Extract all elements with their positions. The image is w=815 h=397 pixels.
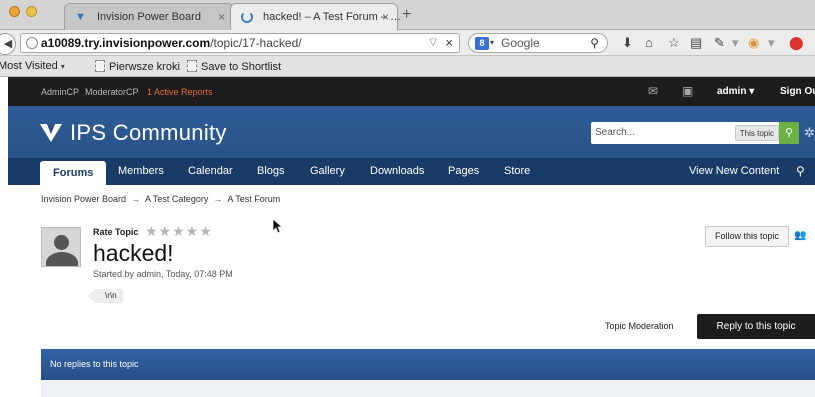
home-icon[interactable]: ⌂	[645, 36, 653, 50]
active-reports-link[interactable]: 1 Active Reports	[147, 87, 213, 97]
loading-spinner-icon	[241, 11, 253, 23]
moderatorcp-link[interactable]: ModeratorCP	[85, 87, 139, 97]
ips-logo-icon[interactable]	[40, 122, 62, 142]
separator-icon: ▾	[732, 35, 739, 50]
breadcrumb-arrow: →	[131, 194, 141, 204]
avatar[interactable]	[41, 227, 81, 267]
site-name[interactable]: IPS Community	[70, 120, 227, 146]
search-icon[interactable]: ⚲	[590, 34, 599, 52]
followers-icon[interactable]: 👥	[794, 230, 806, 241]
tab-close-icon[interactable]: ×	[382, 10, 389, 24]
dropdown-triangle-icon[interactable]: ▽	[429, 34, 437, 52]
browser-search-input[interactable]: 8 ▾ Google ⚲	[468, 33, 608, 53]
search-submit-button[interactable]: ⚲	[779, 122, 799, 144]
mouse-cursor-icon	[273, 219, 283, 233]
stop-loading-button[interactable]: ×	[445, 34, 453, 52]
search-scope-toggle[interactable]: This topic	[734, 125, 779, 141]
tab-close-icon[interactable]: ×	[218, 10, 225, 24]
breadcrumb: Invision Power Board → A Test Category → A T…	[41, 194, 280, 204]
breadcrumb-link[interactable]: Invision Power Board	[41, 194, 126, 204]
google-icon: 8	[475, 37, 489, 50]
bookmarks-list-icon[interactable]: ▤	[690, 36, 702, 50]
bookmark-pierwsze-kroki[interactable]: Pierwsze kroki	[95, 60, 180, 73]
close-window-button[interactable]	[9, 6, 20, 17]
inbox-icon[interactable]: ✉	[648, 84, 658, 98]
tab-store[interactable]: Store	[504, 158, 530, 185]
topic-meta: Started by admin, Today, 07:48 PM	[93, 269, 233, 279]
tab-members[interactable]: Members	[118, 158, 164, 185]
adblock-icon[interactable]: ⬤	[789, 36, 804, 50]
minimize-window-button[interactable]	[26, 6, 37, 17]
main-navigation: Forums Members Calendar Blogs Gallery Do…	[8, 158, 815, 185]
extension-icon[interactable]: ◉	[748, 36, 759, 50]
site-header: IPS Community Search... This topic ⚲ ✲	[8, 106, 815, 158]
tab-pages[interactable]: Pages	[448, 158, 479, 185]
tab-forums[interactable]: Forums	[40, 161, 107, 185]
follow-topic-button[interactable]: Follow this topic	[705, 226, 789, 247]
tab-hacked-topic[interactable]: hacked! – A Test Forum – … ×	[230, 3, 401, 30]
bookmark-label: Save to Shortlist	[201, 61, 282, 73]
tab-blogs[interactable]: Blogs	[257, 158, 285, 185]
addon-icon[interactable]: ✎	[714, 36, 725, 50]
browser-navigation-bar: ◀ a10089.try.invisionpower.com/topic/17-…	[0, 30, 815, 56]
url-host: a10089.try.invisionpower.com	[41, 36, 211, 50]
bookmark-star-icon[interactable]: ☆	[668, 36, 680, 50]
reply-button[interactable]: Reply to this topic	[697, 314, 815, 339]
search-engine-label: Google	[501, 36, 540, 50]
location-pin-icon[interactable]: ⚲	[796, 164, 805, 178]
bookmark-label: Most Visited	[0, 60, 58, 72]
tab-gallery[interactable]: Gallery	[310, 158, 345, 185]
tab-title: hacked! – A Test Forum – …	[263, 11, 401, 23]
breadcrumb-link[interactable]: A Test Forum	[227, 194, 280, 204]
browser-tab-bar: ▼ Invision Power Board × hacked! – A Tes…	[0, 0, 815, 30]
search-placeholder: Search...	[595, 127, 636, 138]
bookmark-most-visited[interactable]: Most Visited ▾	[0, 60, 65, 72]
back-button[interactable]: ◀	[0, 33, 16, 55]
notifications-icon[interactable]: ▣	[682, 84, 693, 98]
page-icon	[187, 60, 197, 72]
bookmarks-toolbar: Most Visited ▾ Pierwsze kroki Save to Sho…	[0, 56, 815, 77]
ips-favicon-icon: ▼	[75, 11, 86, 23]
tab-invision-power-board[interactable]: ▼ Invision Power Board ×	[64, 3, 234, 30]
gear-icon[interactable]: ✲	[804, 125, 815, 141]
user-menu[interactable]: admin ▾	[717, 86, 754, 97]
topic-tag[interactable]: \r\n	[88, 289, 123, 303]
download-icon[interactable]: ⬇	[622, 36, 633, 50]
page-title: hacked!	[93, 240, 174, 266]
no-replies-bar: No replies to this topic	[41, 349, 815, 380]
site-search-input[interactable]: Search... This topic ⚲	[591, 122, 799, 144]
view-new-content-link[interactable]: View New Content	[689, 158, 779, 185]
rate-topic-label: Rate Topic	[93, 227, 139, 237]
url-path: /topic/17-hacked/	[210, 36, 302, 50]
posts-area	[41, 380, 815, 397]
rating-stars[interactable]: ★★★★★	[145, 223, 213, 240]
breadcrumb-link[interactable]: A Test Category	[145, 194, 208, 204]
bookmark-label: Pierwsze kroki	[109, 61, 180, 73]
sign-out-link[interactable]: Sign Ou	[780, 86, 815, 97]
bookmark-save-to-shortlist[interactable]: Save to Shortlist	[187, 60, 281, 73]
new-tab-button[interactable]: +	[402, 6, 411, 24]
page-viewport: AdminCP ModeratorCP 1 Active Reports ✉ ▣…	[8, 77, 815, 397]
topic-moderation-menu[interactable]: Topic Moderation	[605, 321, 674, 331]
breadcrumb-arrow: →	[213, 194, 223, 204]
chevron-down-icon: ▾	[60, 62, 65, 71]
tab-downloads[interactable]: Downloads	[370, 158, 424, 185]
avatar-head-shape	[54, 235, 69, 250]
page-icon	[95, 60, 105, 72]
tab-title: Invision Power Board	[97, 11, 201, 23]
chevron-down-icon[interactable]: ▾	[490, 34, 494, 52]
admincp-link[interactable]: AdminCP	[41, 87, 79, 97]
globe-icon	[26, 37, 38, 49]
chevron-down-icon[interactable]: ▾	[768, 36, 775, 50]
address-bar[interactable]: a10089.try.invisionpower.com/topic/17-ha…	[20, 33, 460, 53]
user-bar: AdminCP ModeratorCP 1 Active Reports ✉ ▣…	[8, 77, 815, 106]
tab-calendar[interactable]: Calendar	[188, 158, 233, 185]
avatar-body-shape	[46, 252, 78, 266]
